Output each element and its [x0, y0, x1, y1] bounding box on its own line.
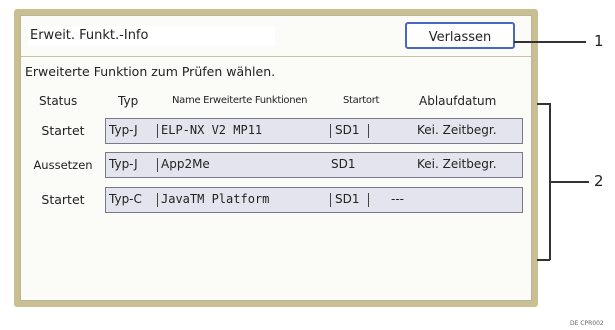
row-name: ELP-NX V2 MP11: [161, 123, 263, 137]
figure-credit: DE CPR002: [570, 320, 604, 327]
row-name: App2Me: [161, 157, 210, 171]
column-separator: [330, 193, 331, 207]
callout-bracket-bottom: [537, 259, 550, 261]
column-separator: [368, 193, 369, 207]
exit-button[interactable]: Verlassen: [405, 22, 515, 49]
column-separator: [157, 158, 158, 172]
column-separator: [157, 124, 158, 138]
window-title: Erweit. Funkt.-Info: [28, 26, 275, 46]
row-expiry: Kei. Zeitbegr.: [417, 157, 497, 171]
table-row[interactable]: Typ-J App2Me SD1 Kei. Zeitbegr.: [105, 152, 523, 178]
table-row[interactable]: Typ-C JavaTM Platform SD1 ---: [105, 187, 523, 213]
column-separator: [368, 124, 369, 138]
callout-number-2: 2: [594, 172, 604, 190]
header-expiry: Ablaufdatum: [419, 94, 497, 108]
row-name: JavaTM Platform: [161, 192, 270, 206]
table-row[interactable]: Typ-J ELP-NX V2 MP11 SD1 Kei. Zeitbegr.: [105, 118, 523, 144]
column-separator: [157, 193, 158, 207]
row-status: Aussetzen: [33, 158, 93, 172]
row-type: Typ-J: [109, 157, 138, 171]
row-location: SD1: [331, 157, 356, 171]
row-location: SD1: [335, 123, 360, 137]
row-type: Typ-C: [109, 192, 142, 206]
callout-number-1: 1: [594, 32, 604, 50]
row-status: Startet: [41, 192, 85, 207]
header-status: Status: [39, 94, 78, 108]
title-bar: Erweit. Funkt.-Info Verlassen: [21, 16, 531, 57]
row-expiry: Kei. Zeitbegr.: [417, 123, 497, 137]
header-type: Typ: [118, 94, 139, 108]
row-status: Startet: [41, 123, 85, 138]
column-separator: [330, 124, 331, 138]
instruction-text: Erweiterte Funktion zum Prüfen wählen.: [25, 64, 276, 79]
callout-line-1: [514, 41, 586, 43]
row-expiry: ---: [391, 192, 404, 206]
header-name: Name Erweiterte Funktionen: [172, 95, 308, 106]
row-type: Typ-J: [109, 123, 138, 137]
screen-panel: Erweit. Funkt.-Info Verlassen Erweiterte…: [20, 15, 532, 301]
row-location: SD1: [335, 192, 360, 206]
header-location: Startort: [343, 95, 380, 106]
callout-line-2: [549, 181, 589, 183]
